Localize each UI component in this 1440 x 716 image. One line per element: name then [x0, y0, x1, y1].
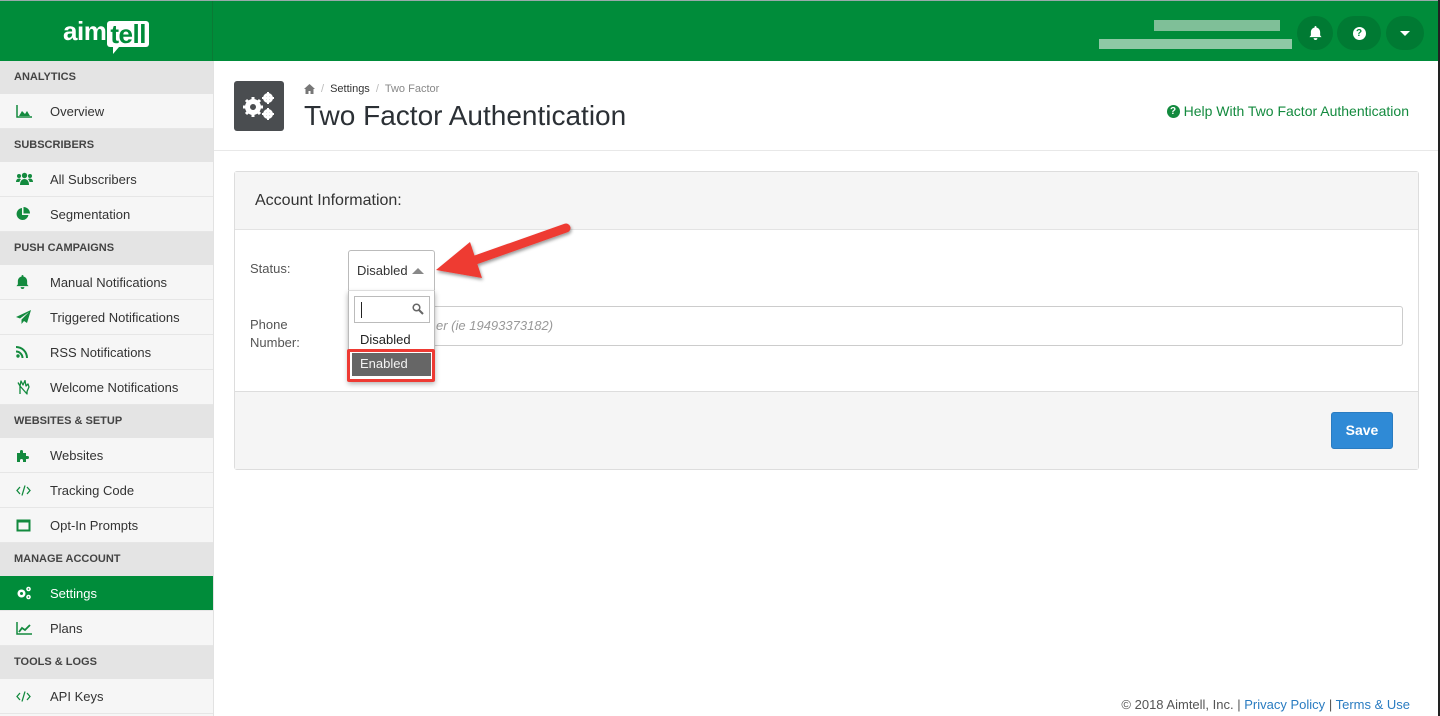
question-circle-icon: ? [1166, 104, 1180, 118]
help-link-label: Help With Two Factor Authentication [1183, 103, 1409, 119]
sidebar-item-segmentation[interactable]: Segmentation [0, 197, 213, 232]
sidebar-item-tracking-code[interactable]: Tracking Code [0, 473, 213, 508]
privacy-policy-link[interactable]: Privacy Policy [1244, 697, 1325, 712]
save-button[interactable]: Save [1331, 412, 1393, 449]
logo-bubble: tell [107, 21, 149, 54]
gears-icon [0, 586, 50, 600]
sidebar-section-manage-account: MANAGE ACCOUNT [0, 543, 213, 576]
sidebar-item-label: RSS Notifications [50, 344, 152, 360]
sidebar-item-label: All Subscribers [50, 171, 137, 187]
question-circle-icon: ? [1352, 26, 1366, 40]
dropdown-option-disabled[interactable]: Disabled [349, 329, 434, 351]
sidebar-item-label: Tracking Code [50, 482, 135, 498]
breadcrumb-separator: / [375, 83, 379, 95]
line-chart-icon [0, 621, 50, 635]
status-select[interactable]: Disabled [348, 250, 435, 291]
sidebar-item-label: Overview [50, 103, 105, 119]
sidebar-item-api-keys[interactable]: API Keys [0, 679, 213, 714]
footer: © 2018 Aimtell, Inc. | Privacy Policy | … [1121, 697, 1410, 712]
text-cursor [361, 302, 362, 318]
sidebar-item-label: Opt-In Prompts [50, 517, 139, 533]
status-select-value: Disabled [357, 263, 408, 278]
phone-label: Phone Number: [250, 316, 300, 352]
annotation-arrow-icon [436, 223, 571, 278]
sidebar-item-label: Triggered Notifications [50, 309, 180, 325]
users-icon [0, 172, 50, 186]
home-icon[interactable] [304, 84, 315, 94]
breadcrumb-separator: / [321, 83, 325, 95]
top-navbar: aim tell ? [0, 0, 1438, 62]
sidebar-section-websites-setup: WEBSITES & SETUP [0, 405, 213, 438]
notifications-button[interactable] [1297, 16, 1333, 50]
caret-down-icon [1400, 30, 1410, 36]
sidebar-item-label: Welcome Notifications [50, 379, 179, 395]
sidebar-item-label: Plans [50, 620, 83, 636]
sidebar-item-label: Settings [50, 585, 97, 601]
sidebar-item-label: Segmentation [50, 206, 131, 222]
window-icon [0, 519, 50, 532]
help-button[interactable]: ? [1337, 16, 1381, 50]
paper-plane-icon [0, 310, 50, 324]
sidebar-item-label: Manual Notifications [50, 274, 168, 290]
copyright: © 2018 Aimtell, Inc. [1121, 697, 1234, 712]
bell-icon [0, 275, 50, 289]
sidebar-item-plans[interactable]: Plans [0, 611, 213, 646]
sidebar-section-subscribers: SUBSCRIBERS [0, 129, 213, 162]
footer-separator: | [1237, 697, 1241, 712]
sidebar-section-tools-logs: TOOLS & LOGS [0, 646, 213, 679]
caret-up-icon [412, 268, 424, 274]
rss-icon [0, 346, 50, 358]
sidebar-item-settings[interactable]: Settings [0, 576, 213, 611]
redacted-user-name [1154, 20, 1280, 31]
phone-number-input[interactable]: er (ie 19493373182) [348, 306, 1403, 346]
sidebar-section-analytics: ANALYTICS [0, 61, 213, 94]
breadcrumb-current: Two Factor [384, 83, 440, 95]
sidebar-item-websites[interactable]: Websites [0, 438, 213, 473]
sidebar-item-opt-in-prompts[interactable]: Opt-In Prompts [0, 508, 213, 543]
sidebar-item-triggered-notifications[interactable]: Triggered Notifications [0, 300, 213, 335]
sidebar-item-manual-notifications[interactable]: Manual Notifications [0, 265, 213, 300]
dropdown-search-input[interactable] [354, 296, 430, 323]
footer-separator: | [1328, 697, 1333, 712]
redacted-user-email [1099, 39, 1292, 49]
page-title: Two Factor Authentication [304, 100, 627, 131]
panel-title: Account Information: [235, 172, 1418, 230]
breadcrumb-settings-link[interactable]: Settings [330, 83, 370, 95]
sidebar-item-label: API Keys [50, 688, 104, 704]
logo[interactable]: aim tell [0, 1, 213, 62]
help-link[interactable]: ? Help With Two Factor Authentication [1166, 103, 1409, 119]
phone-label-line1: Phone [250, 317, 288, 332]
bell-icon [1308, 26, 1322, 40]
hand-wave-icon [0, 379, 50, 395]
code-icon [0, 690, 50, 702]
status-label: Status: [250, 261, 291, 276]
account-menu-button[interactable] [1386, 16, 1424, 50]
page-header: / Settings / Two Factor Two Factor Authe… [214, 61, 1438, 151]
sidebar-item-label: Websites [50, 447, 104, 463]
phone-placeholder: er (ie 19493373182) [436, 318, 554, 333]
sidebar-item-welcome-notifications[interactable]: Welcome Notifications [0, 370, 213, 405]
sidebar-item-all-subscribers[interactable]: All Subscribers [0, 162, 213, 197]
panel-footer: Save [235, 391, 1418, 469]
phone-label-line2: Number: [250, 335, 300, 350]
sidebar: ANALYTICS Overview SUBSCRIBERS All Subsc… [0, 61, 214, 716]
gears-icon [234, 81, 284, 131]
logo-text: aim [63, 16, 107, 46]
terms-link[interactable]: Terms & Use [1336, 697, 1410, 712]
area-chart-icon [0, 104, 50, 118]
sidebar-section-push-campaigns: PUSH CAMPAIGNS [0, 232, 213, 265]
search-icon [412, 303, 424, 315]
puzzle-icon [0, 448, 50, 462]
code-icon [0, 484, 50, 496]
annotation-highlight-box [347, 349, 435, 382]
pie-chart-icon [0, 207, 50, 221]
sidebar-item-overview[interactable]: Overview [0, 94, 213, 129]
sidebar-item-rss-notifications[interactable]: RSS Notifications [0, 335, 213, 370]
breadcrumb: / Settings / Two Factor [304, 83, 439, 95]
